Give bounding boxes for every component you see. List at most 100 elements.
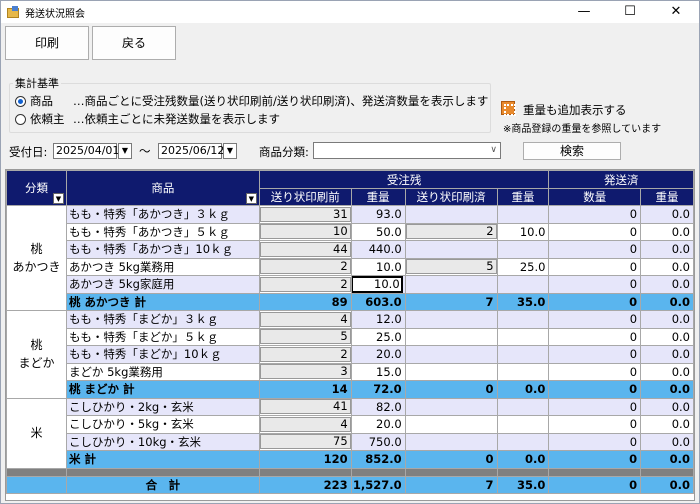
shipped-qty-cell: 0 [548, 345, 642, 364]
after-print-weight-cell: 10.0 [496, 222, 550, 241]
before-print-qty-input[interactable]: 2 [260, 276, 351, 292]
before-print-weight-cell: 20.0 [350, 345, 406, 364]
product-name-cell: もも・特秀「まどか」３ｋｇ [65, 310, 260, 329]
date-from-input[interactable]: 2025/04/01 [53, 143, 119, 159]
separator-cell [258, 467, 352, 477]
before-print-qty-input[interactable]: 10 [260, 224, 351, 240]
shipped-weight-cell: 0.0 [640, 257, 694, 276]
before-print-qty-cell[interactable]: 2 [258, 345, 352, 364]
before-print-qty-cell[interactable]: 75 [258, 432, 352, 451]
after-print-qty-cell[interactable] [404, 310, 498, 329]
after-print-qty-cell[interactable] [404, 275, 498, 294]
col-weight-header[interactable]: 重量 [496, 188, 550, 206]
after-print-qty-cell[interactable] [404, 205, 498, 224]
weight-checkbox[interactable] [501, 101, 516, 116]
product-name-cell: もも・特秀「まどか」５ｋｇ [65, 327, 260, 346]
weight-note: ※商品登録の重量を参照しています [503, 124, 662, 135]
before-print-qty-cell[interactable]: 4 [258, 415, 352, 434]
before-print-qty-input[interactable]: 44 [260, 241, 351, 257]
before-print-qty-input[interactable]: 3 [260, 364, 351, 380]
date-to-input[interactable]: 2025/06/12 [158, 143, 224, 159]
before-print-qty-cell[interactable]: 31 [258, 205, 352, 224]
before-print-qty-input[interactable]: 2 [260, 346, 351, 362]
criteria-group-label: 集計基準 [13, 75, 61, 91]
after-print-qty-cell[interactable]: 2 [404, 222, 498, 241]
subtotal-sq: 0 [548, 292, 642, 311]
radio-unchecked-icon [15, 113, 26, 125]
radio-product[interactable]: 商品 [15, 93, 53, 109]
before-print-qty-cell[interactable]: 2 [258, 257, 352, 276]
table-row: こしひかり・5kg・玄米 4 20.0 0 0.0 [7, 415, 694, 434]
category-line: 桃 [30, 338, 43, 353]
selected-cell[interactable]: 10.0 [352, 276, 403, 293]
product-name-cell: あかつき 5kg家庭用 [65, 275, 260, 294]
before-print-qty-input[interactable]: 4 [260, 416, 351, 432]
after-print-qty-cell[interactable] [404, 327, 498, 346]
before-print-qty-input[interactable]: 2 [260, 259, 351, 275]
after-print-qty-cell[interactable] [404, 415, 498, 434]
date-from-dropdown-icon[interactable]: ▼ [118, 143, 132, 159]
before-print-qty-input[interactable]: 31 [260, 206, 351, 222]
subtotal-apw: 35.0 [496, 292, 550, 311]
before-print-qty-cell[interactable]: 41 [258, 397, 352, 416]
col-qty-header[interactable]: 数量 [548, 188, 642, 206]
col-after-print-header[interactable]: 送り状印刷済 [404, 188, 498, 206]
col-weight-header[interactable]: 重量 [350, 188, 406, 206]
col-before-print-header[interactable]: 送り状印刷前 [258, 188, 352, 206]
category-cell: 桃まどか [6, 310, 67, 399]
subtotal-sw: 0.0 [640, 450, 694, 469]
product-name-cell: もも・特秀「あかつき」10ｋｇ [65, 240, 260, 259]
back-button[interactable]: 戻る [92, 26, 176, 60]
radio-client[interactable]: 依頼主 [15, 111, 65, 127]
before-print-qty-input[interactable]: 4 [260, 311, 351, 327]
subtotal-ap: 0 [404, 450, 498, 469]
col-product-header[interactable]: 商品 ▼ [65, 170, 260, 206]
shipped-qty-cell: 0 [548, 240, 642, 259]
date-to-dropdown-icon[interactable]: ▼ [223, 143, 237, 159]
before-print-qty-input[interactable]: 5 [260, 329, 351, 345]
after-print-qty-cell[interactable]: 5 [404, 257, 498, 276]
after-print-qty-cell[interactable] [404, 240, 498, 259]
close-button[interactable]: ✕ [653, 1, 699, 23]
category-select[interactable]: ∨ [313, 142, 501, 159]
before-print-qty-cell[interactable]: 2 [258, 275, 352, 294]
radio-client-desc: …依頼主ごとに未発送数量を表示します [73, 112, 280, 126]
before-print-weight-cell: 750.0 [350, 432, 406, 451]
before-print-qty-cell[interactable]: 3 [258, 362, 352, 381]
maximize-button[interactable]: ☐ [607, 1, 653, 23]
shipped-weight-cell: 0.0 [640, 222, 694, 241]
before-print-qty-cell[interactable]: 44 [258, 240, 352, 259]
before-print-qty-input[interactable]: 75 [260, 434, 351, 450]
print-button[interactable]: 印刷 [5, 26, 89, 60]
category-label: 商品分類: [259, 145, 309, 159]
col-weight-header[interactable]: 重量 [640, 188, 694, 206]
after-print-qty-input[interactable]: 5 [406, 259, 497, 275]
minimize-button[interactable]: — [561, 1, 607, 23]
table-row: あかつき 5kg家庭用 2 10.0 0 0.0 [7, 275, 694, 294]
subtotal-row: 米 計 120 852.0 0 0.0 0 0.0 [7, 450, 694, 469]
grand-total-ap: 7 [404, 475, 498, 494]
before-print-qty-cell[interactable]: 10 [258, 222, 352, 241]
after-print-weight-cell [496, 432, 550, 451]
filter-dropdown-icon[interactable]: ▼ [52, 193, 64, 204]
grand-total-bpw: 1,527.0 [350, 475, 406, 494]
search-button[interactable]: 検索 [523, 142, 621, 160]
before-print-qty-cell[interactable]: 4 [258, 310, 352, 329]
category-cell: 桃あかつき [6, 205, 67, 311]
separator-row [6, 467, 694, 477]
before-print-weight-cell: 10.0 [350, 257, 406, 276]
grand-total-sq: 0 [548, 475, 642, 494]
shipped-qty-cell: 0 [548, 310, 642, 329]
before-print-qty-cell[interactable]: 5 [258, 327, 352, 346]
filter-dropdown-icon[interactable]: ▼ [245, 193, 257, 204]
before-print-qty-input[interactable]: 41 [260, 399, 351, 415]
after-print-qty-cell[interactable] [404, 345, 498, 364]
after-print-qty-cell[interactable] [404, 362, 498, 381]
shipped-qty-cell: 0 [548, 432, 642, 451]
shipped-weight-cell: 0.0 [640, 345, 694, 364]
col-category-header[interactable]: 分類 ▼ [6, 170, 67, 206]
after-print-qty-input[interactable]: 2 [406, 224, 497, 240]
date-tilde: 〜 [139, 144, 151, 158]
after-print-qty-cell[interactable] [404, 432, 498, 451]
after-print-qty-cell[interactable] [404, 397, 498, 416]
